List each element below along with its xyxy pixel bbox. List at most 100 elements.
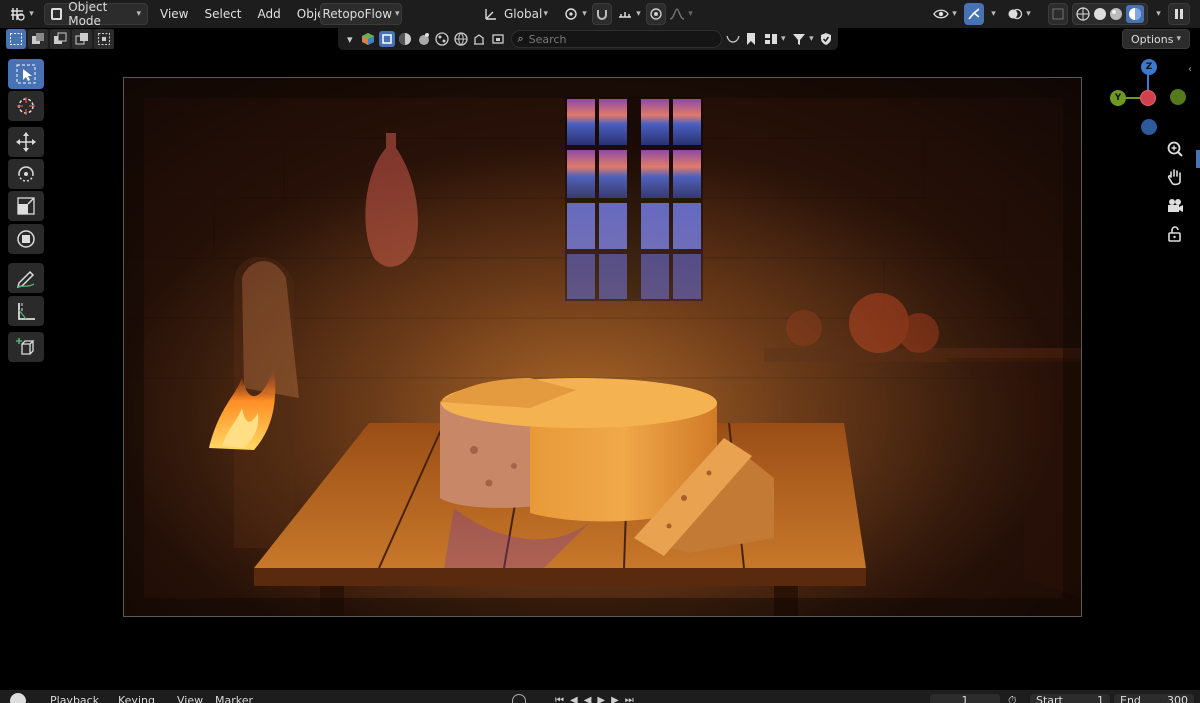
timeline-keying-menu[interactable]: Keying [118, 694, 155, 703]
falloff-button[interactable]: ▾ [668, 3, 694, 25]
pivot-icon [565, 8, 577, 20]
select-intersect-mode[interactable] [94, 29, 114, 49]
select-subtract-mode[interactable] [50, 29, 70, 49]
camera-view-button[interactable] [1163, 194, 1187, 218]
cursor-tool[interactable] [8, 91, 44, 121]
timeline-view-menu[interactable]: View [177, 694, 203, 703]
snap-toggle[interactable] [592, 3, 612, 25]
object-type-filter-bar: ▾ ⌕ Search ▾ ▾ [338, 28, 838, 50]
rotate-tool[interactable] [8, 159, 44, 189]
texture-filter-icon[interactable] [435, 31, 451, 47]
pause-render-button[interactable] [1168, 3, 1190, 25]
record-button[interactable] [512, 694, 526, 703]
world-filter-icon[interactable] [453, 31, 469, 47]
proportional-editing-toggle[interactable] [646, 3, 666, 25]
select-extend-icon [32, 33, 44, 44]
select-box-tool[interactable] [8, 59, 44, 89]
shading-filter-icon[interactable] [416, 31, 432, 47]
scene-filter-icon[interactable] [472, 31, 488, 47]
select-subtract-icon [54, 32, 67, 44]
material-filter-icon[interactable] [398, 31, 414, 47]
end-frame-field[interactable]: End 300 [1114, 694, 1194, 703]
shading-modes [1072, 3, 1148, 25]
gizmo-menu[interactable]: ▾ [984, 3, 1000, 25]
visibility-button[interactable]: ▾ [930, 3, 960, 25]
falloff-curve-icon [670, 8, 685, 20]
bookmark-icon[interactable] [744, 31, 760, 47]
mode-selector[interactable]: Object Mode ▾ [44, 0, 148, 28]
ruler-icon [18, 303, 35, 320]
clock-icon[interactable]: ⏱ [1008, 694, 1017, 703]
select-extend-mode[interactable] [28, 29, 48, 49]
gizmo-x-axis[interactable] [1140, 90, 1156, 106]
snap-target-button[interactable]: ▾ [614, 3, 644, 25]
sort-icon[interactable] [725, 31, 741, 47]
select-new-mode[interactable] [6, 29, 26, 49]
move-tool[interactable] [8, 127, 44, 157]
gizmo-y-axis[interactable]: Y [1110, 90, 1126, 106]
rendered-viewport[interactable] [123, 77, 1082, 617]
annotate-tool[interactable] [8, 263, 44, 293]
search-placeholder: Search [528, 32, 567, 46]
xray-icon [1052, 8, 1064, 20]
measure-tool[interactable] [8, 296, 44, 326]
layout-filter-button[interactable]: ▾ [762, 31, 787, 47]
solid-shading-icon[interactable] [1093, 7, 1107, 21]
overlays-icon [1008, 8, 1023, 20]
editor-type-icon [11, 8, 25, 21]
sidebar-tab-indicator[interactable] [1196, 150, 1200, 168]
chevron-down-icon: ▾ [29, 9, 34, 19]
start-frame-field[interactable]: Start 1 [1030, 694, 1110, 703]
material-preview-icon[interactable] [1109, 7, 1123, 21]
sidebar-toggle-icon[interactable]: ‹ [1188, 64, 1192, 75]
timeline-playback-menu[interactable]: Playback [50, 694, 99, 703]
chevron-down-icon[interactable]: ▾ [342, 31, 358, 47]
chevron-down-icon: ▾ [636, 9, 641, 19]
layout-filter-icon [764, 34, 777, 44]
search-input[interactable]: ⌕ Search [510, 30, 723, 48]
select-invert-mode[interactable] [72, 29, 92, 49]
wireframe-shading-icon[interactable] [1076, 7, 1090, 21]
lock-camera-button[interactable] [1163, 222, 1187, 246]
scale-icon [17, 197, 35, 215]
current-frame-field[interactable]: 1 [930, 694, 1000, 703]
transform-orientation-selector[interactable]: Global ▾ [480, 3, 552, 25]
pivot-point-button[interactable]: ▾ [560, 3, 590, 25]
shield-icon[interactable] [819, 31, 835, 47]
options-button[interactable]: Options ▾ [1122, 29, 1190, 49]
start-value: 1 [1097, 694, 1104, 703]
retopoflow-menu[interactable]: RetopoFlow ▾ [320, 3, 402, 25]
editor-type-button[interactable]: ▾ [4, 3, 40, 25]
pan-button[interactable] [1163, 165, 1187, 189]
menu-select[interactable]: Select [196, 3, 249, 25]
mesh-filter-icon[interactable] [379, 31, 395, 47]
timeline-marker-menu[interactable]: Marker [215, 694, 253, 703]
pause-icon [1175, 9, 1183, 19]
options-label: Options [1131, 32, 1174, 46]
add-cube-tool[interactable] [8, 332, 44, 362]
funnel-filter-button[interactable]: ▾ [790, 31, 815, 47]
transform-tool[interactable] [8, 224, 44, 254]
gizmo-neg-y-axis[interactable] [1170, 89, 1186, 105]
menu-view[interactable]: View [152, 3, 196, 25]
rendered-shading-button[interactable] [1125, 5, 1144, 23]
chevron-down-icon: ▾ [780, 34, 786, 44]
timeline-editor-icon[interactable] [10, 693, 26, 703]
gizmo-z-axis[interactable]: Z [1141, 59, 1157, 75]
object-types-icon[interactable] [361, 31, 377, 47]
xray-toggle[interactable] [1048, 3, 1068, 25]
gizmo-neg-z-axis[interactable] [1141, 119, 1157, 135]
playback-controls[interactable]: ⏮◀◀▶▶⏭ [555, 695, 640, 703]
chevron-down-icon: ▾ [809, 34, 814, 44]
eye-icon [933, 9, 949, 19]
menu-add[interactable]: Add [250, 3, 289, 25]
select-new-icon [10, 33, 22, 45]
gizmo-toggle[interactable] [964, 3, 984, 25]
scale-tool[interactable] [8, 191, 44, 221]
render-filter-icon[interactable] [490, 31, 506, 47]
chevron-down-icon: ▾ [543, 9, 548, 19]
shading-menu[interactable]: ▾ [1150, 3, 1164, 25]
overlays-button[interactable]: ▾ [1004, 3, 1034, 25]
object-mode-icon [51, 8, 63, 20]
zoom-button[interactable] [1163, 137, 1187, 161]
